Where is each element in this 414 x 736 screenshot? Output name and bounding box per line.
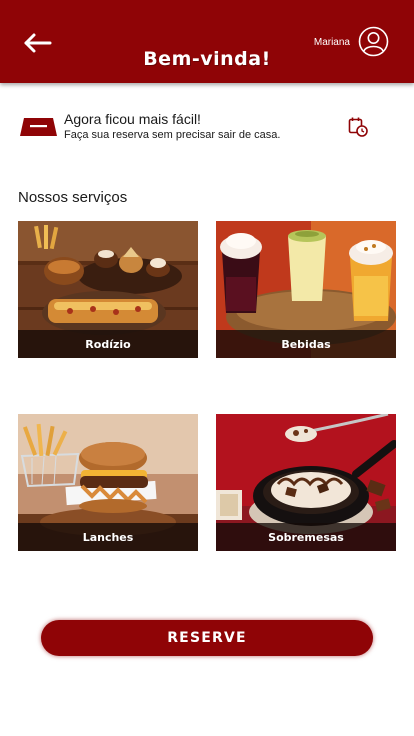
service-label-bebidas: Bebidas <box>281 338 331 351</box>
page-title: Bem-vinda! <box>143 48 271 70</box>
service-card-bebidas[interactable]: Bebidas <box>216 221 396 358</box>
service-label-lanches: Lanches <box>82 531 134 544</box>
reserve-button[interactable]: RESERVE <box>41 620 373 656</box>
banner-title: Agora ficou mais fácil! <box>64 111 201 127</box>
user-name: Mariana <box>313 37 350 48</box>
banner-subtitle: Faça sua reserva sem precisar sair de ca… <box>64 129 281 141</box>
services-title: Nossos serviços <box>18 189 128 206</box>
service-card-sobremesas[interactable]: Sobremesas <box>216 414 396 551</box>
app-header: Bem-vinda! Mariana <box>0 0 414 83</box>
reserve-button-label: RESERVE <box>167 630 247 646</box>
service-label-rodizio: Rodízio <box>85 338 131 351</box>
reservation-banner: Agora ficou mais fácil! Faça sua reserva… <box>0 100 414 156</box>
avatar[interactable] <box>358 26 389 57</box>
calendar-clock-icon[interactable] <box>348 116 368 137</box>
service-card-rodizio[interactable]: Rodízio <box>18 221 198 358</box>
user-circle-icon <box>358 26 389 57</box>
service-card-lanches[interactable]: Lanches <box>18 414 198 551</box>
service-label-sobremesas: Sobremesas <box>268 531 344 544</box>
reservation-sign-icon <box>20 118 57 136</box>
